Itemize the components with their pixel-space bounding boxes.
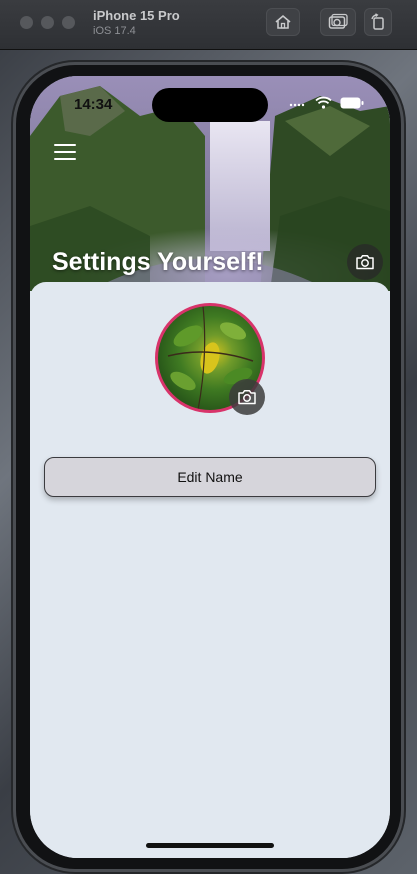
camera-icon (238, 390, 256, 405)
signal-icon (289, 103, 305, 106)
window-minimize-button[interactable] (41, 16, 54, 29)
profile-content: Edit Name (30, 282, 390, 858)
page-title: Settings Yourself! (52, 248, 264, 276)
dynamic-island (152, 88, 268, 122)
battery-icon (340, 97, 364, 108)
phone-screen: 14:34 Settings Yourself! Edit Name (30, 76, 390, 858)
phone-frame: 14:34 Settings Yourself! Edit Name (13, 62, 404, 872)
change-avatar-button[interactable] (229, 379, 265, 415)
simulator-device-name: iPhone 15 Pro (93, 8, 180, 23)
cover-image: 14:34 Settings Yourself! (30, 76, 390, 291)
rotate-icon (371, 13, 384, 30)
screenshot-icon (328, 13, 348, 29)
simulator-titlebar: iPhone 15 Pro iOS 17.4 (0, 0, 417, 50)
simulator-os-version: iOS 17.4 (93, 25, 136, 37)
hamburger-menu-button[interactable] (54, 142, 76, 162)
status-time: 14:34 (74, 96, 113, 113)
hamburger-icon-line (54, 158, 76, 160)
home-button[interactable] (266, 8, 300, 36)
camera-icon (356, 255, 374, 270)
wifi-icon (315, 96, 332, 109)
edit-name-label: Edit Name (177, 469, 243, 485)
hamburger-icon-line (54, 151, 76, 153)
home-indicator[interactable] (146, 843, 274, 848)
change-cover-button[interactable] (347, 244, 383, 280)
hamburger-icon (54, 144, 76, 146)
window-zoom-button[interactable] (62, 16, 75, 29)
window-close-button[interactable] (20, 16, 33, 29)
screenshot-button[interactable] (320, 8, 356, 36)
status-indicators (289, 96, 364, 109)
rotate-button[interactable] (364, 8, 392, 36)
home-icon (275, 14, 291, 29)
edit-name-button[interactable]: Edit Name (44, 457, 376, 497)
